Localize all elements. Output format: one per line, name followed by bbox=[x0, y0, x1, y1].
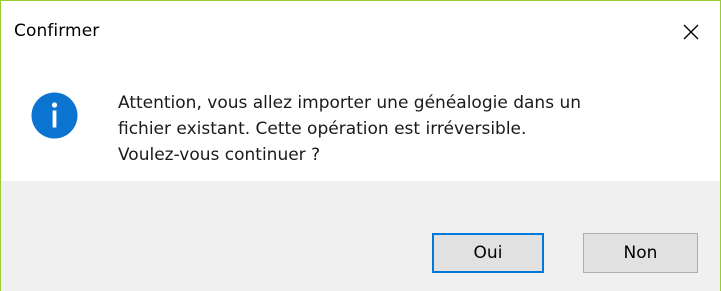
close-button[interactable] bbox=[662, 1, 720, 63]
confirm-dialog: Confirmer Attention, vous allez importer… bbox=[0, 0, 721, 291]
close-icon bbox=[683, 24, 699, 40]
button-bar: Oui Non bbox=[1, 181, 720, 291]
no-button[interactable]: Non bbox=[583, 233, 698, 273]
window-title: Confirmer bbox=[14, 21, 100, 41]
info-icon bbox=[31, 92, 78, 139]
yes-button[interactable]: Oui bbox=[432, 233, 544, 273]
message-line: Attention, vous allez importer une généa… bbox=[118, 93, 582, 113]
dialog-body: Attention, vous allez importer une généa… bbox=[1, 63, 720, 181]
title-bar: Confirmer bbox=[1, 1, 720, 63]
message-line: fichier existant. Cette opération est ir… bbox=[118, 119, 527, 139]
dialog-message: Attention, vous allez importer une généa… bbox=[118, 90, 708, 168]
message-line: Voulez-vous continuer ? bbox=[118, 145, 321, 165]
